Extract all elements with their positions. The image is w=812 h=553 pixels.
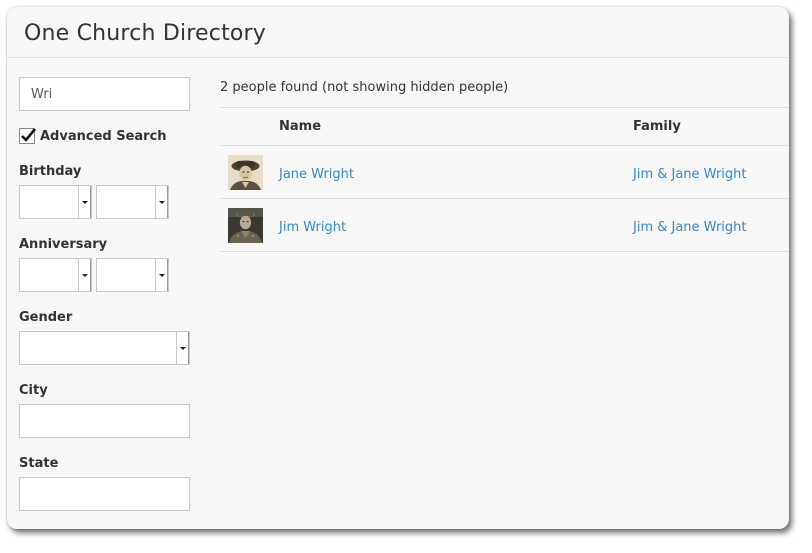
gender-label: Gender	[19, 310, 73, 325]
state-input[interactable]	[19, 477, 190, 511]
anniversary-selects	[19, 258, 190, 292]
family-link[interactable]: Jim & Jane Wright	[633, 167, 747, 182]
city-input[interactable]	[19, 404, 190, 438]
search-sidebar: Advanced Search Birthday Anniversary Gen…	[19, 77, 190, 511]
birthday-day-select[interactable]	[96, 185, 169, 219]
family-link[interactable]: Jim & Jane Wright	[633, 220, 747, 235]
state-label: State	[19, 456, 59, 471]
anniversary-day-select[interactable]	[96, 258, 169, 292]
name-column-header: Name	[279, 107, 633, 146]
results-table: Name Family Jane Wright Jim & Jane Wrigh…	[220, 107, 789, 252]
person-name-link[interactable]: Jim Wright	[279, 220, 346, 235]
results-panel: 2 people found (not showing hidden peopl…	[220, 77, 789, 252]
search-input[interactable]	[19, 77, 190, 111]
family-cell: Jim & Jane Wright	[633, 145, 789, 199]
name-cell: Jane Wright	[279, 145, 633, 199]
advanced-search-toggle[interactable]: Advanced Search	[19, 126, 190, 146]
table-row: Jane Wright Jim & Jane Wright	[220, 145, 789, 199]
family-column-header: Family	[633, 107, 789, 146]
advanced-search-label: Advanced Search	[40, 128, 167, 144]
table-row: Jim Wright Jim & Jane Wright	[220, 198, 789, 252]
photo-cell	[220, 145, 279, 199]
results-summary: 2 people found (not showing hidden peopl…	[220, 80, 509, 95]
chevron-down-icon	[155, 259, 168, 291]
name-cell: Jim Wright	[279, 198, 633, 252]
birthday-label: Birthday	[19, 164, 82, 179]
checkmark-icon	[21, 128, 37, 142]
anniversary-month-select[interactable]	[19, 258, 92, 292]
person-name-link[interactable]: Jane Wright	[279, 167, 354, 182]
birthday-selects	[19, 185, 190, 219]
city-label: City	[19, 383, 48, 398]
photo-column-header	[220, 107, 279, 146]
chevron-down-icon	[176, 332, 189, 364]
table-header-row: Name Family	[220, 107, 789, 146]
birthday-month-select[interactable]	[19, 185, 92, 219]
chevron-down-icon	[155, 186, 168, 218]
woman-portrait-photo[interactable]	[228, 154, 263, 190]
chevron-down-icon	[78, 186, 91, 218]
soldier-portrait-photo[interactable]	[228, 207, 263, 243]
app-window: One Church Directory Advanced Search Bir…	[7, 7, 789, 529]
chevron-down-icon	[78, 259, 91, 291]
gender-select-row	[19, 331, 190, 365]
header: One Church Directory	[7, 7, 789, 58]
photo-cell	[220, 198, 279, 252]
family-cell: Jim & Jane Wright	[633, 198, 789, 252]
gender-select[interactable]	[19, 331, 190, 365]
anniversary-label: Anniversary	[19, 237, 108, 252]
page-title: One Church Directory	[24, 21, 267, 46]
advanced-search-checkbox[interactable]	[19, 128, 37, 144]
